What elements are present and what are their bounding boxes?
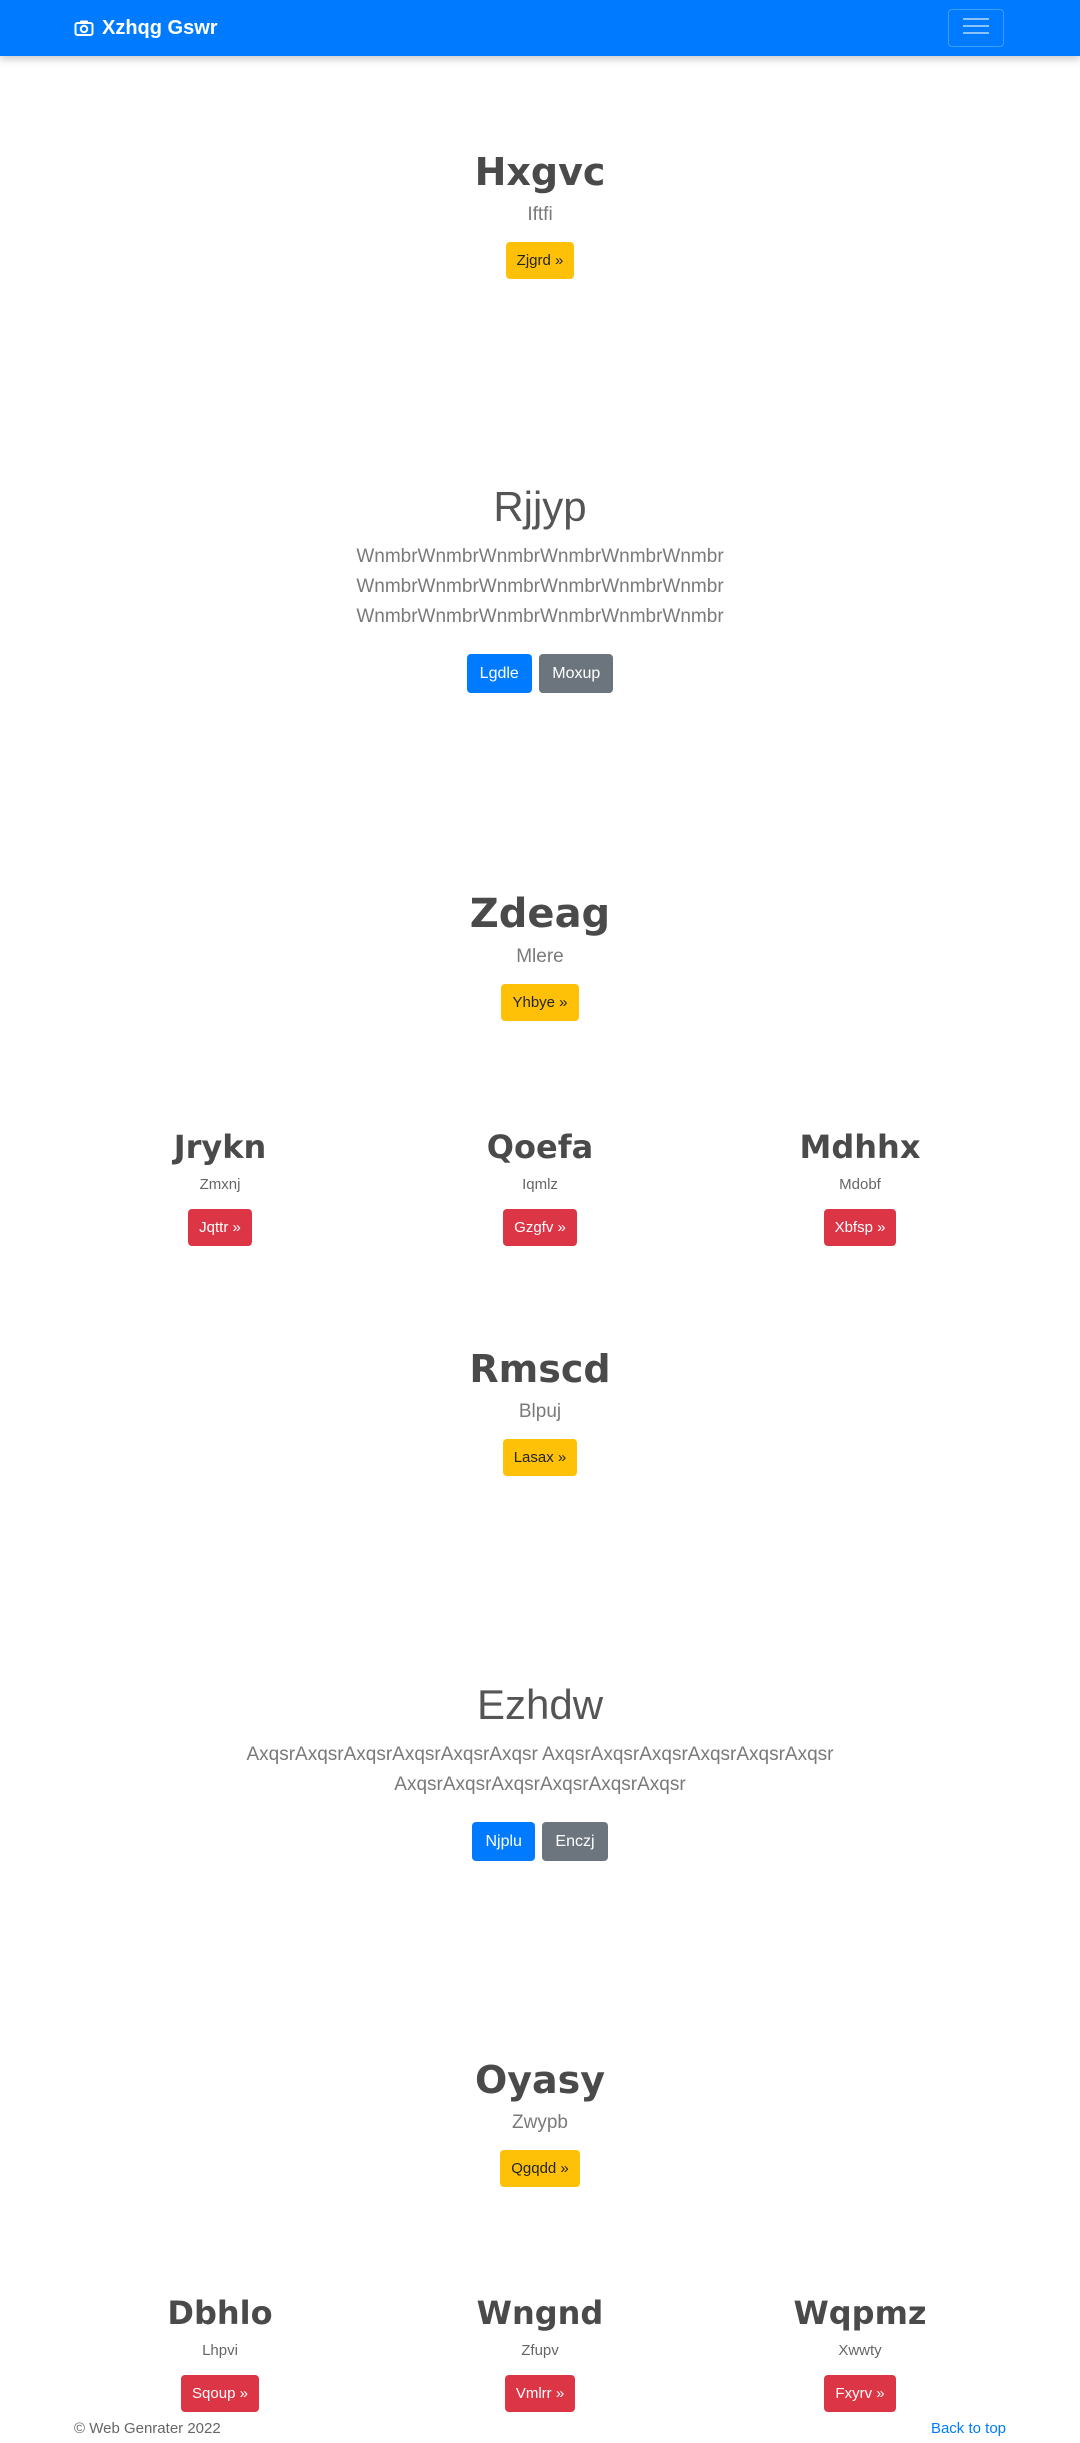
footer-copyright: © Web Genrater 2022 [74, 2420, 221, 2437]
hero-section-3: Rmscd Blpuj Lasax » [0, 1347, 1080, 1476]
hero-section-2: Zdeag Mlere Yhbye » [0, 890, 1080, 1021]
column-text: Lhpvi [202, 2342, 238, 2360]
column-title: Qoefa [486, 1128, 594, 1166]
column-text: Iqmlz [522, 1176, 558, 1194]
hero-section-1: Hxgvc Iftfi Zjgrd » [0, 150, 1080, 279]
column-title: Jrykn [173, 1128, 267, 1166]
navbar-brand[interactable]: Xzhqg Gswr [74, 14, 218, 42]
jumbotron-text-line: AxqsrAxqsrAxqsrAxqsrAxqsrAxqsr [394, 1774, 686, 1796]
hero-button[interactable]: Qgqdd » [500, 2149, 580, 2187]
navbar-toggler-button[interactable] [948, 9, 1004, 47]
column-button[interactable]: Vmlrr » [504, 2375, 576, 2413]
column-text: Zmxnj [199, 1176, 241, 1194]
jumbotron-primary-button[interactable]: Lgdle [466, 654, 532, 694]
feature-column: Dbhlo Lhpvi Sqoup » [40, 2294, 400, 2413]
hero-subtitle: Blpuj [518, 1400, 562, 1422]
feature-column: Wqpmz Xwwty Fxyrv » [680, 2294, 1040, 2413]
hamburger-menu-icon [963, 16, 989, 41]
column-button[interactable]: Fxyrv » [824, 2375, 896, 2413]
column-title: Wngnd [476, 2294, 604, 2332]
column-button[interactable]: Gzgfv » [503, 1209, 577, 1247]
back-to-top-link[interactable]: Back to top [931, 2420, 1006, 2437]
hero-title: Zdeag [469, 891, 611, 937]
column-title: Dbhlo [167, 2294, 273, 2332]
hero-title: Oyasy [474, 2058, 606, 2102]
camera-icon [74, 19, 94, 37]
jumbotron-title: Ezhdw [476, 1681, 604, 1728]
jumbotron-secondary-button[interactable]: Moxup [539, 654, 614, 694]
column-title: Wqpmz [793, 2294, 927, 2332]
column-button[interactable]: Xbfsp » [823, 1209, 897, 1247]
jumbotron-section-1: Rjjyp WnmbrWnmbrWnmbrWnmbrWnmbrWnmbr Wnm… [0, 482, 1080, 694]
column-text: Mdobf [839, 1176, 881, 1194]
feature-column: Jrykn Zmxnj Jqttr » [40, 1128, 400, 1247]
column-button[interactable]: Sqoup » [181, 2375, 259, 2413]
hero-title: Hxgvc [474, 150, 606, 194]
jumbotron-section-2: Ezhdw AxqsrAxqsrAxqsrAxqsrAxqsrAxqsr Axq… [0, 1680, 1080, 1862]
jumbotron-secondary-button[interactable]: Enczj [542, 1822, 608, 1862]
column-title: Mdhhx [799, 1128, 921, 1166]
brand-label: Xzhqg Gswr [102, 16, 218, 39]
jumbotron-primary-button[interactable]: Njplu [472, 1822, 535, 1862]
jumbotron-text-line: WnmbrWnmbrWnmbrWnmbrWnmbrWnmbr [356, 606, 724, 628]
column-button[interactable]: Jqttr » [188, 1209, 252, 1247]
column-text: Zfupv [521, 2342, 559, 2360]
jumbotron-text-line: WnmbrWnmbrWnmbrWnmbrWnmbrWnmbr [356, 576, 724, 598]
hero-button[interactable]: Yhbye » [501, 984, 579, 1021]
hero-subtitle: Zwypb [512, 2111, 568, 2133]
feature-column: Mdhhx Mdobf Xbfsp » [680, 1128, 1040, 1247]
hero-button[interactable]: Zjgrd » [505, 241, 575, 279]
feature-column: Qoefa Iqmlz Gzgfv » [360, 1128, 720, 1247]
column-text: Xwwty [838, 2342, 882, 2360]
hero-button[interactable]: Lasax » [502, 1438, 578, 1476]
navbar: Xzhqg Gswr [0, 0, 1080, 56]
hero-subtitle: Iftfi [527, 203, 553, 225]
feature-column: Wngnd Zfupv Vmlrr » [360, 2294, 720, 2413]
jumbotron-title: Rjjyp [493, 483, 587, 530]
jumbotron-text-line: WnmbrWnmbrWnmbrWnmbrWnmbrWnmbr [356, 546, 724, 568]
hero-subtitle: Mlere [516, 946, 564, 967]
hero-section-4: Oyasy Zwypb Qgqdd » [0, 2058, 1080, 2187]
jumbotron-text-line: AxqsrAxqsrAxqsrAxqsrAxqsrAxqsr AxqsrAxqs… [246, 1744, 834, 1766]
hero-title: Rmscd [469, 1347, 611, 1391]
